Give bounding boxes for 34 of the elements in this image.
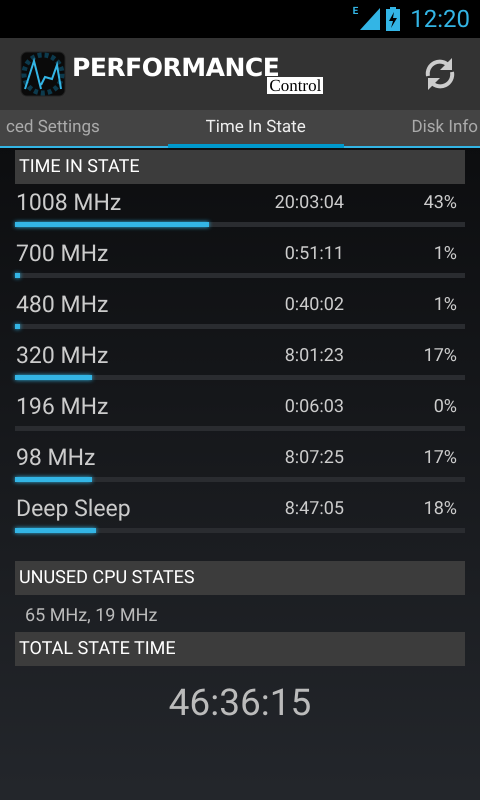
app-logo-icon (20, 51, 66, 97)
time-value: 8:07:25 (284, 447, 344, 468)
time-value: 20:03:04 (274, 192, 344, 213)
tab[interactable]: Disk Info (405, 110, 480, 148)
total-time-value: 46:36:15 (168, 682, 312, 725)
percent-value: 1% (432, 243, 458, 264)
network-type: E (352, 6, 358, 17)
section-header: TOTAL STATE TIME (15, 632, 465, 666)
percent-value: 17% (422, 447, 458, 468)
frequency-label: 480 MHz (15, 291, 110, 318)
time-value: 0:51:11 (284, 243, 344, 264)
battery-icon (386, 7, 400, 31)
frequency-label: 98 MHz (15, 444, 96, 471)
frequency-label: 320 MHz (15, 342, 110, 369)
app-subtitle: Control (267, 76, 324, 94)
percent-value: 43% (422, 192, 458, 213)
time-value: 0:40:02 (284, 294, 344, 315)
time-value: 8:01:23 (284, 345, 344, 366)
time-value: 8:47:05 (284, 498, 344, 519)
percent-value: 17% (422, 345, 458, 366)
section-header: UNUSED CPU STATES (15, 561, 465, 595)
frequency-label: 700 MHz (15, 240, 110, 267)
frequency-label: 1008 MHz (15, 189, 122, 216)
time-value: 0:06:03 (284, 396, 344, 417)
percent-value: 18% (422, 498, 458, 519)
frequency-label: Deep Sleep (15, 495, 132, 522)
percent-value: 1% (432, 294, 458, 315)
tab[interactable]: ced Settings (0, 110, 106, 148)
unused-states-text: 65 MHz, 19 MHz (24, 604, 158, 628)
clock: 12:20 (410, 5, 470, 33)
frequency-label: 196 MHz (15, 393, 110, 420)
section-header: TIME IN STATE (15, 150, 465, 184)
signal-icon (360, 8, 380, 30)
percent-value: 0% (432, 396, 458, 417)
